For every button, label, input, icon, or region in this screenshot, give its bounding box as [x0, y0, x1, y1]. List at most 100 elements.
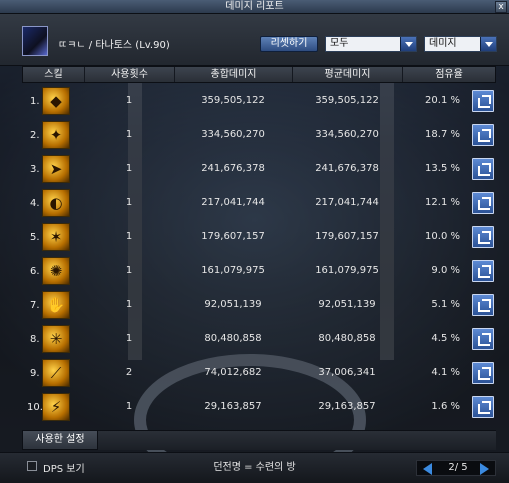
col-uses[interactable]: 사용횟수: [85, 67, 175, 82]
table-row: 4. ◐ 1 217,041,744 217,041,744 12.1 %: [22, 186, 496, 220]
pagination: 2/ 5: [416, 460, 496, 476]
table-row: 9. ⟋ 2 74,012,682 37,006,341 4.1 %: [22, 356, 496, 390]
skill-glyph: ◐: [49, 194, 63, 212]
share-icon[interactable]: [472, 192, 494, 214]
row-rank: 8.: [30, 334, 40, 345]
skill-glyph: ✦: [49, 126, 63, 144]
filter-select-all-value: 모두: [330, 38, 349, 49]
prev-page-icon[interactable]: [423, 463, 432, 475]
row-uses: 1: [125, 95, 133, 106]
share-icon[interactable]: [472, 158, 494, 180]
row-avg: 359,505,122: [315, 95, 379, 106]
share-icon[interactable]: [472, 362, 494, 384]
window-title: 데미지 리포트: [0, 0, 509, 14]
row-uses: 1: [125, 299, 133, 310]
skill-glyph: ⟋: [50, 364, 62, 382]
row-total: 359,505,122: [201, 95, 265, 106]
row-rank: 5.: [30, 232, 40, 243]
row-total: 179,607,157: [201, 231, 265, 242]
row-share: 4.5 %: [431, 333, 460, 344]
col-skill[interactable]: 스킬: [23, 67, 85, 82]
row-uses: 1: [125, 265, 133, 276]
row-avg: 217,041,744: [315, 197, 379, 208]
share-icon[interactable]: [472, 90, 494, 112]
skill-icon: ⚡: [42, 393, 70, 421]
skill-icon: ➤: [42, 155, 70, 183]
row-avg: 161,079,975: [315, 265, 379, 276]
row-uses: 1: [125, 129, 133, 140]
col-avg-damage[interactable]: 평균데미지: [293, 67, 403, 82]
row-share: 13.5 %: [425, 163, 460, 174]
row-share: 4.1 %: [431, 367, 460, 378]
row-avg: 80,480,858: [318, 333, 376, 344]
row-share: 9.0 %: [431, 265, 460, 276]
col-share[interactable]: 점유율: [403, 67, 495, 82]
next-page-icon[interactable]: [480, 463, 489, 475]
table-row: 10. ⚡ 1 29,163,857 29,163,857 1.6 %: [22, 390, 496, 424]
row-total: 80,480,858: [204, 333, 262, 344]
row-avg: 334,560,270: [315, 129, 379, 140]
skill-icon: ✳: [42, 325, 70, 353]
skill-icon: ✶: [42, 223, 70, 251]
row-total: 217,041,744: [201, 197, 265, 208]
row-share: 12.1 %: [425, 197, 460, 208]
row-share: 18.7 %: [425, 129, 460, 140]
row-rank: 7.: [30, 300, 40, 311]
reset-button[interactable]: 리셋하기: [260, 36, 318, 52]
table-row: 1. ◆ 1 359,505,122 359,505,122 20.1 %: [22, 84, 496, 118]
skill-glyph: ➤: [49, 160, 63, 178]
skill-glyph: ◆: [50, 92, 62, 110]
row-share: 1.6 %: [431, 401, 460, 412]
row-total: 92,051,139: [204, 299, 262, 310]
share-icon[interactable]: [472, 124, 494, 146]
skill-icon: ◆: [42, 87, 70, 115]
skill-icon: ⟋: [42, 359, 70, 387]
table-row: 3. ➤ 1 241,676,378 241,676,378 13.5 %: [22, 152, 496, 186]
row-uses: 1: [125, 197, 133, 208]
row-avg: 29,163,857: [318, 401, 376, 412]
share-icon[interactable]: [472, 226, 494, 248]
share-icon[interactable]: [472, 396, 494, 418]
row-total: 334,560,270: [201, 129, 265, 140]
row-share: 10.0 %: [425, 231, 460, 242]
page-indicator: 2/ 5: [448, 462, 468, 473]
filter-select-all[interactable]: 모두: [325, 36, 417, 52]
skill-icon: ✺: [42, 257, 70, 285]
row-avg: 179,607,157: [315, 231, 379, 242]
table-row: 5. ✶ 1 179,607,157 179,607,157 10.0 %: [22, 220, 496, 254]
skill-icon: ✋: [42, 291, 70, 319]
row-total: 74,012,682: [204, 367, 262, 378]
row-rank: 2.: [30, 130, 40, 141]
skill-glyph: ✺: [49, 262, 63, 280]
skill-table: 1. ◆ 1 359,505,122 359,505,122 20.1 % 2.…: [22, 84, 496, 426]
share-icon[interactable]: [472, 294, 494, 316]
share-icon[interactable]: [472, 260, 494, 282]
row-rank: 9.: [30, 368, 40, 379]
row-uses: 2: [125, 367, 133, 378]
table-row: 8. ✳ 1 80,480,858 80,480,858 4.5 %: [22, 322, 496, 356]
filter-select-metric[interactable]: 데미지: [424, 36, 497, 52]
row-rank: 1.: [30, 96, 40, 107]
skill-glyph: ✋: [46, 296, 66, 314]
filter-select-metric-value: 데미지: [429, 38, 457, 49]
row-avg: 92,051,139: [318, 299, 376, 310]
skill-icon: ◐: [42, 189, 70, 217]
row-rank: 6.: [30, 266, 40, 277]
row-avg: 241,676,378: [315, 163, 379, 174]
table-header: 스킬 사용횟수 총합데미지 평균데미지 점유율: [22, 66, 496, 83]
tab-used-settings[interactable]: 사용한 설정: [22, 430, 98, 450]
row-total: 29,163,857: [204, 401, 262, 412]
chevron-down-icon: [480, 37, 496, 51]
row-share: 20.1 %: [425, 95, 460, 106]
col-total-damage[interactable]: 총합데미지: [175, 67, 293, 82]
row-rank: 4.: [30, 198, 40, 209]
row-uses: 1: [125, 333, 133, 344]
row-rank: 10.: [27, 402, 43, 413]
row-uses: 1: [125, 231, 133, 242]
row-rank: 3.: [30, 164, 40, 175]
share-icon[interactable]: [472, 328, 494, 350]
row-total: 241,676,378: [201, 163, 265, 174]
close-button[interactable]: x: [495, 1, 507, 13]
chevron-down-icon: [400, 37, 416, 51]
table-row: 2. ✦ 1 334,560,270 334,560,270 18.7 %: [22, 118, 496, 152]
